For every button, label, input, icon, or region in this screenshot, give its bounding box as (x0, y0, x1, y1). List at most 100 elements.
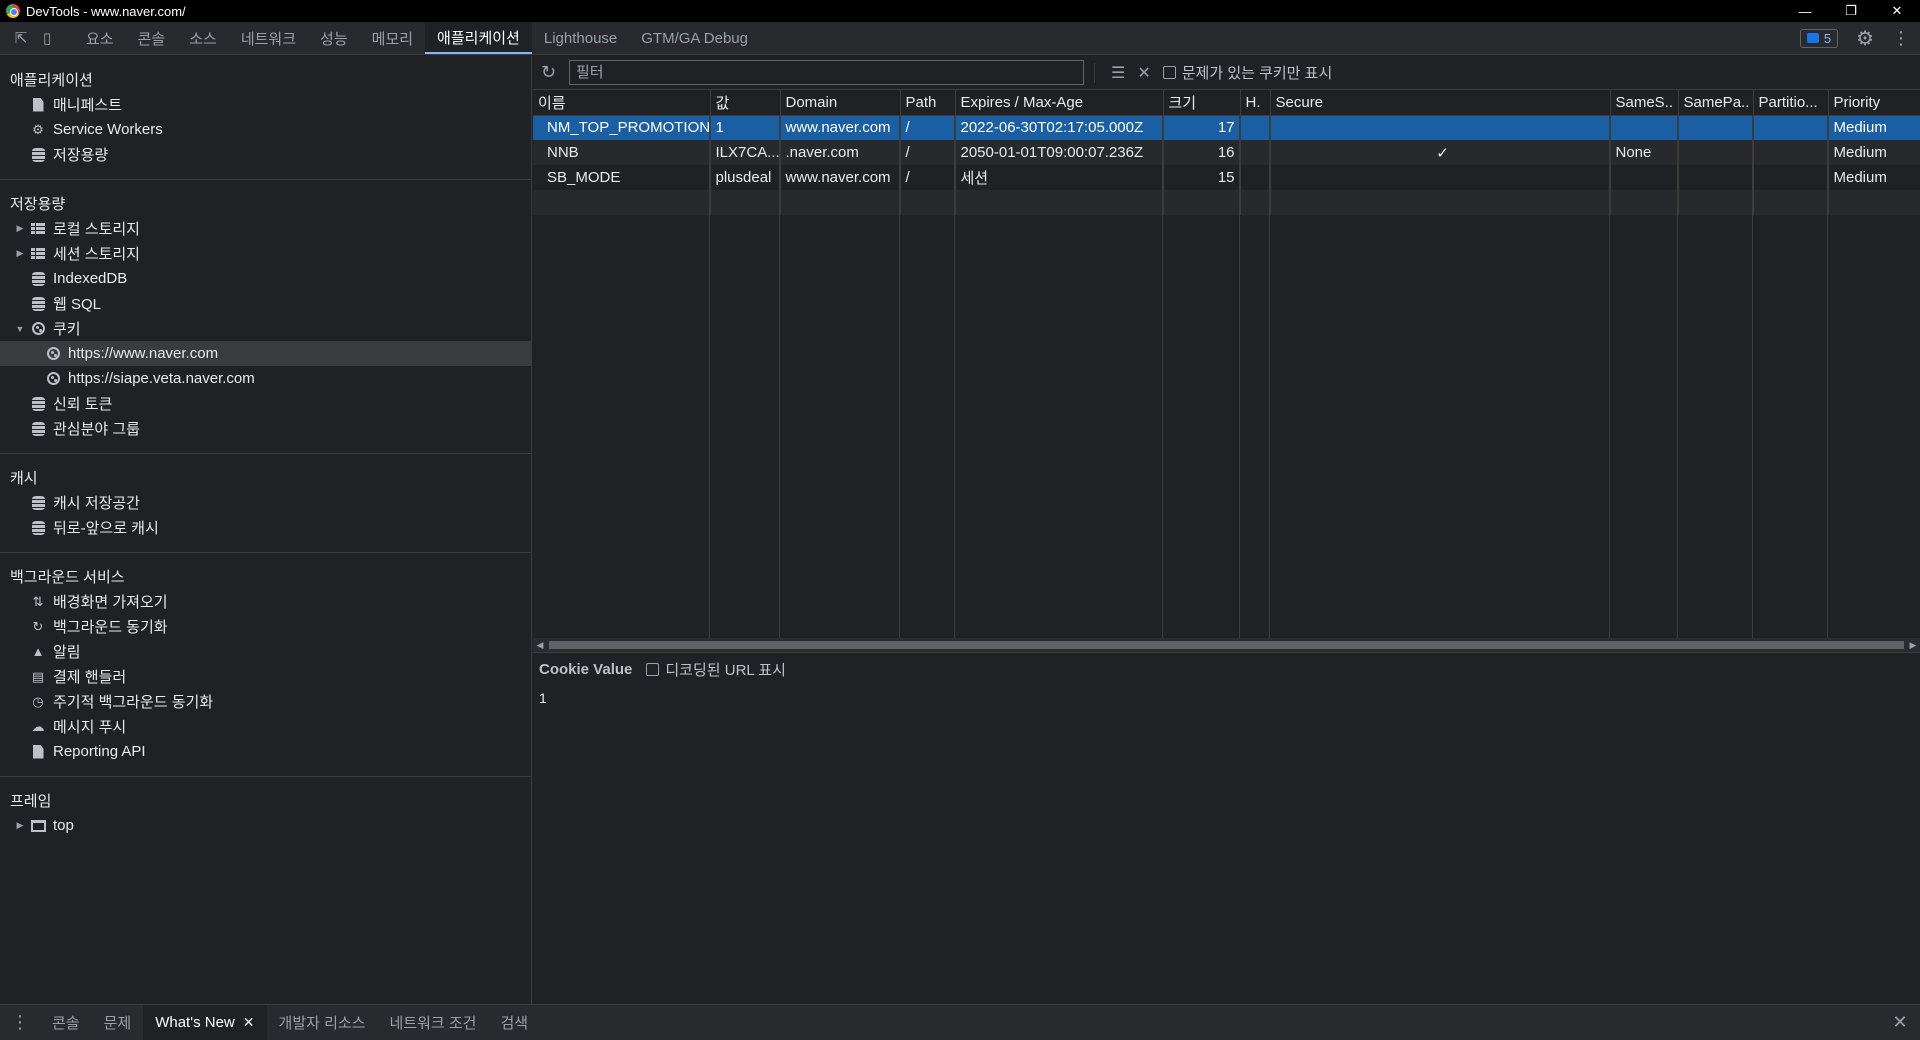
more-options-icon[interactable]: ⋮ (1892, 28, 1910, 49)
cookie-table-wrap: 이름 값 Domain Path Expires / Max-Age 크기 H.… (533, 90, 1920, 653)
database-icon (30, 271, 46, 287)
sidebar-item-session-storage[interactable]: ▶ 세션 스토리지 (0, 241, 531, 266)
column-header-secure[interactable]: Secure (1270, 90, 1611, 116)
clear-all-icon[interactable]: ✕ (1137, 63, 1150, 83)
tab-application[interactable]: 애플리케이션 (425, 22, 532, 54)
issues-only-checkbox[interactable] (1162, 66, 1176, 79)
sidebar-item-notifications[interactable]: ▲ 알림 (0, 639, 531, 664)
sidebar-item-cookie-origin[interactable]: https://siape.veta.naver.com (0, 366, 531, 391)
scrollbar-thumb[interactable] (549, 641, 1904, 649)
tab-memory[interactable]: 메모리 (360, 22, 425, 54)
issues-only-toggle[interactable]: 문제가 있는 쿠키만 표시 (1162, 62, 1332, 83)
show-decoded-url-checkbox[interactable] (646, 663, 660, 676)
tab-elements[interactable]: 요소 (74, 22, 126, 54)
sidebar-item-websql[interactable]: 웹 SQL (0, 291, 531, 316)
inspect-element-icon[interactable]: ⇱ (8, 22, 34, 54)
refresh-icon[interactable]: ↻ (541, 62, 563, 83)
tab-lighthouse[interactable]: Lighthouse (532, 22, 629, 54)
table-grid-icon (30, 246, 46, 262)
gear-icon: ⚙ (32, 121, 44, 137)
cell-priority: Medium (1828, 165, 1920, 190)
show-decoded-url-toggle[interactable]: 디코딩된 URL 표시 (646, 659, 786, 680)
sidebar-item-manifest[interactable]: 매니페스트 (0, 92, 531, 117)
bottom-drawer: ⋮ 콘솔 문제 What's New ✕ 개발자 리소스 네트워크 조건 검색 … (0, 1004, 1920, 1040)
expand-arrow-icon[interactable]: ▶ (14, 223, 26, 234)
drawer-menu-icon[interactable]: ⋮ (0, 1005, 40, 1040)
database-icon (30, 495, 46, 511)
sidebar-item-cache-storage[interactable]: 캐시 저장공간 (0, 490, 531, 515)
table-grid-icon (30, 221, 46, 237)
cell-priority: Medium (1828, 115, 1920, 140)
sidebar-item-background-fetch[interactable]: ⇅ 배경화면 가져오기 (0, 589, 531, 614)
column-header-path[interactable]: Path (900, 90, 956, 116)
cookie-filter-input[interactable] (569, 60, 1084, 85)
drawer-tab-whats-new[interactable]: What's New ✕ (143, 1005, 267, 1040)
clock-icon: ◷ (32, 693, 44, 709)
issues-counter-button[interactable]: 5 (1799, 28, 1839, 48)
column-header-domain[interactable]: Domain (780, 90, 901, 116)
column-header-value[interactable]: 값 (710, 90, 781, 116)
cell-priority: Medium (1828, 140, 1920, 165)
tab-gtm-ga-debug[interactable]: GTM/GA Debug (629, 22, 760, 54)
column-header-partition-key[interactable]: Partitio... (1753, 90, 1829, 116)
sidebar-item-bfcache[interactable]: 뒤로-앞으로 캐시 (0, 515, 531, 540)
database-icon (30, 396, 46, 412)
minimize-icon[interactable]: — (1782, 0, 1828, 22)
sidebar-item-cookie-origin[interactable]: https://www.naver.com (0, 341, 531, 366)
scroll-right-arrow-icon[interactable]: ▶ (1906, 638, 1920, 652)
clear-filtered-cookies-icon[interactable]: ☰ (1111, 63, 1125, 83)
expand-arrow-icon[interactable]: ▶ (14, 820, 26, 831)
restore-icon[interactable]: ❐ (1828, 0, 1874, 22)
tab-network[interactable]: 네트워크 (229, 22, 308, 54)
arrows-updown-icon: ⇅ (32, 593, 44, 609)
horizontal-scrollbar[interactable]: ◀ ▶ (533, 638, 1920, 652)
column-header-httponly[interactable]: H. (1240, 90, 1271, 116)
frame-icon (30, 818, 46, 834)
close-drawer-icon[interactable]: ✕ (1880, 1005, 1920, 1040)
drawer-tab-console[interactable]: 콘솔 (40, 1005, 92, 1040)
document-icon (30, 97, 46, 113)
table-header-row: 이름 값 Domain Path Expires / Max-Age 크기 H.… (533, 90, 1920, 116)
sidebar-item-frame-top[interactable]: ▶ top (0, 813, 531, 838)
cookie-icon (45, 371, 61, 387)
database-icon (30, 147, 46, 163)
sidebar-item-interest-groups[interactable]: 관심분야 그룹 (0, 416, 531, 441)
sidebar-item-background-sync[interactable]: ↻ 백그라운드 동기화 (0, 614, 531, 639)
column-header-size[interactable]: 크기 (1163, 90, 1241, 116)
collapse-arrow-icon[interactable]: ▼ (14, 324, 26, 334)
settings-gear-icon[interactable]: ⚙ (1856, 26, 1874, 51)
close-tab-icon[interactable]: ✕ (243, 1014, 255, 1031)
column-header-priority[interactable]: Priority (1828, 90, 1920, 116)
column-header-name[interactable]: 이름 (533, 90, 711, 116)
sidebar-item-push-messaging[interactable]: ☁ 메시지 푸시 (0, 714, 531, 739)
close-icon[interactable]: ✕ (1874, 0, 1920, 22)
sidebar-item-storage[interactable]: 저장용량 (0, 142, 531, 167)
tab-sources[interactable]: 소스 (177, 22, 229, 54)
sidebar-item-indexeddb[interactable]: IndexedDB (0, 266, 531, 291)
sidebar-item-periodic-background-sync[interactable]: ◷ 주기적 백그라운드 동기화 (0, 689, 531, 714)
drawer-tab-network-conditions[interactable]: 네트워크 조건 (377, 1005, 488, 1040)
drawer-tab-developer-resources[interactable]: 개발자 리소스 (267, 1005, 378, 1040)
sidebar-item-cookies[interactable]: ▼ 쿠키 (0, 316, 531, 341)
bell-icon: ▲ (31, 644, 45, 659)
column-header-expires[interactable]: Expires / Max-Age (955, 90, 1164, 116)
scroll-left-arrow-icon[interactable]: ◀ (533, 638, 547, 652)
tab-performance[interactable]: 성능 (308, 22, 360, 54)
section-title-application: 애플리케이션 (10, 71, 93, 89)
sidebar-item-trust-tokens[interactable]: 신뢰 토큰 (0, 391, 531, 416)
cookie-value-text[interactable]: 1 (539, 690, 1914, 706)
sidebar-item-service-workers[interactable]: ⚙ Service Workers (0, 117, 531, 142)
sidebar-item-reporting-api[interactable]: Reporting API (0, 739, 531, 764)
device-toolbar-icon[interactable]: ▯ (34, 22, 60, 54)
database-icon (30, 421, 46, 437)
message-icon (1806, 33, 1819, 43)
column-header-samesite[interactable]: SameS.. (1610, 90, 1679, 116)
sidebar-item-payment-handler[interactable]: ▤ 결제 핸들러 (0, 664, 531, 689)
tab-console[interactable]: 콘솔 (126, 22, 178, 54)
issues-count: 5 (1823, 30, 1832, 46)
drawer-tab-issues[interactable]: 문제 (92, 1005, 144, 1040)
drawer-tab-search[interactable]: 검색 (488, 1005, 540, 1040)
expand-arrow-icon[interactable]: ▶ (14, 248, 26, 259)
sidebar-item-local-storage[interactable]: ▶ 로컬 스토리지 (0, 216, 531, 241)
column-header-sameparty[interactable]: SamePa.. (1678, 90, 1754, 116)
